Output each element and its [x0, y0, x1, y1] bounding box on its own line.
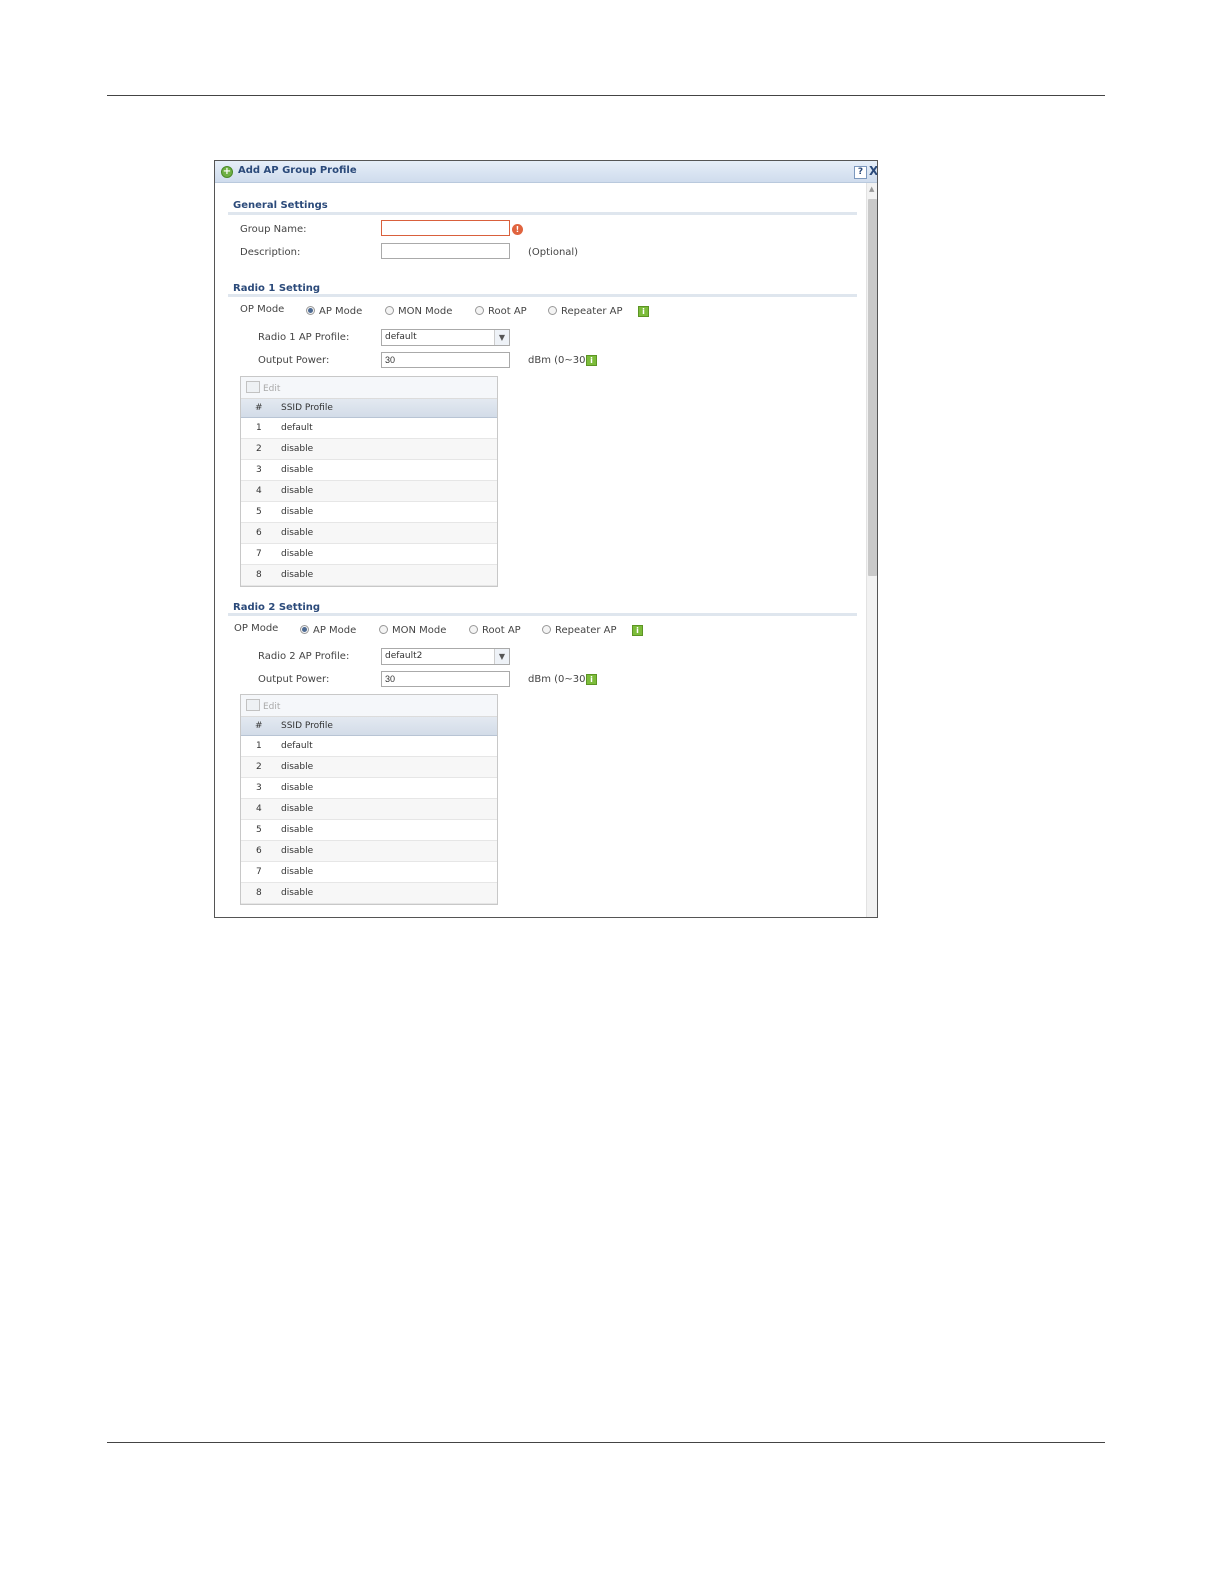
group-name-label: Group Name:: [240, 224, 307, 235]
help-button[interactable]: ?: [854, 166, 867, 179]
scroll-up-arrow-icon[interactable]: ▲: [869, 185, 874, 193]
radio2-output-power-label: Output Power:: [258, 674, 330, 685]
table-row[interactable]: 3 disable: [241, 460, 497, 481]
column-header-number[interactable]: #: [255, 721, 263, 731]
table-row[interactable]: 5 disable: [241, 502, 497, 523]
table-row[interactable]: 4 disable: [241, 481, 497, 502]
table-toolbar: Edit: [241, 377, 497, 399]
description-label: Description:: [240, 247, 301, 258]
radio2-ap-profile-label: Radio 2 AP Profile:: [258, 651, 350, 662]
radio-button-selected[interactable]: [300, 625, 309, 634]
radio1-ssid-table: Edit # SSID Profile 1 default 2 disable 3d…: [240, 376, 498, 587]
table-row[interactable]: 7 disable: [241, 544, 497, 565]
table-row[interactable]: 7 disable: [241, 862, 497, 883]
add-ap-group-profile-dialog: + Add AP Group Profile ? X ▲ General Set…: [214, 160, 878, 918]
optional-label: (Optional): [528, 247, 579, 258]
table-row[interactable]: 4 disable: [241, 799, 497, 820]
chevron-down-icon[interactable]: ▼: [494, 330, 509, 345]
dialog-title: Add AP Group Profile: [238, 165, 357, 176]
page-bottom-rule: [107, 1442, 1105, 1443]
edit-button[interactable]: Edit: [246, 699, 280, 712]
radio2-ssid-table: Edit # SSID Profile 1 default 2 disable 3d…: [240, 694, 498, 905]
table-header: # SSID Profile: [241, 399, 497, 418]
edit-icon: [246, 699, 260, 711]
radio1-ap-mode-option[interactable]: AP Mode: [306, 306, 362, 317]
section-divider: [228, 294, 857, 297]
edit-button[interactable]: Edit: [246, 381, 280, 394]
table-header: # SSID Profile: [241, 717, 497, 736]
radio1-op-mode-label: OP Mode: [240, 304, 285, 315]
op-mode-info-icon[interactable]: i: [638, 306, 649, 317]
radio2-ap-mode-option[interactable]: AP Mode: [300, 625, 356, 636]
radio2-root-ap-option[interactable]: Root AP: [469, 625, 521, 636]
description-input[interactable]: [381, 243, 510, 259]
table-row[interactable]: 2 disable: [241, 757, 497, 778]
radio-button[interactable]: [469, 625, 478, 634]
radio-button-selected[interactable]: [306, 306, 315, 315]
radio1-output-power-input[interactable]: [381, 352, 510, 368]
table-row[interactable]: 8 disable: [241, 883, 497, 904]
table-row[interactable]: 1 default: [241, 418, 497, 439]
radio-button[interactable]: [385, 306, 394, 315]
table-row[interactable]: 6 disable: [241, 841, 497, 862]
radio-button[interactable]: [379, 625, 388, 634]
page-top-rule: [107, 95, 1105, 96]
radio-button[interactable]: [475, 306, 484, 315]
radio-button[interactable]: [548, 306, 557, 315]
radio2-setting-title: Radio 2 Setting: [233, 602, 321, 613]
table-row[interactable]: 3 disable: [241, 778, 497, 799]
column-header-ssid-profile[interactable]: SSID Profile: [281, 721, 333, 731]
radio1-output-power-unit: dBm (0~30): [528, 355, 590, 366]
edit-icon: [246, 381, 260, 393]
radio1-mon-mode-option[interactable]: MON Mode: [385, 306, 452, 317]
select-value: default: [385, 332, 417, 342]
radio2-output-power-input[interactable]: [381, 671, 510, 687]
radio2-repeater-ap-option[interactable]: Repeater AP: [542, 625, 617, 636]
radio1-output-power-label: Output Power:: [258, 355, 330, 366]
radio1-repeater-ap-option[interactable]: Repeater AP: [548, 306, 623, 317]
table-row[interactable]: 6 disable: [241, 523, 497, 544]
section-divider: [228, 212, 857, 215]
table-row[interactable]: 2 disable: [241, 439, 497, 460]
dialog-titlebar: + Add AP Group Profile ? X: [215, 161, 877, 183]
output-power-info-icon[interactable]: i: [586, 355, 597, 366]
output-power-info-icon[interactable]: i: [586, 674, 597, 685]
radio2-output-power-unit: dBm (0~30): [528, 674, 590, 685]
section-divider: [228, 613, 857, 616]
table-toolbar: Edit: [241, 695, 497, 717]
radio2-op-mode-label: OP Mode: [234, 623, 279, 634]
radio1-ap-profile-select[interactable]: default ▼: [381, 329, 510, 346]
table-body: 1 default 2 disable 3 disable 4 disable 5 dis…: [241, 736, 497, 904]
close-button[interactable]: X: [869, 164, 877, 178]
chevron-down-icon[interactable]: ▼: [494, 649, 509, 664]
scrollbar-thumb[interactable]: [868, 199, 877, 576]
radio1-root-ap-option[interactable]: Root AP: [475, 306, 527, 317]
group-name-input[interactable]: [381, 220, 510, 236]
required-alert-icon: !: [512, 224, 523, 235]
radio2-mon-mode-option[interactable]: MON Mode: [379, 625, 446, 636]
vertical-scrollbar[interactable]: ▲: [866, 183, 877, 917]
table-body: 1 default 2 disable 3 disable 4 disable 5 dis…: [241, 418, 497, 586]
table-row[interactable]: 5 disable: [241, 820, 497, 841]
column-header-number[interactable]: #: [255, 403, 263, 413]
general-settings-title: General Settings: [233, 200, 328, 211]
radio1-ap-profile-label: Radio 1 AP Profile:: [258, 332, 350, 343]
column-header-ssid-profile[interactable]: SSID Profile: [281, 403, 333, 413]
radio-button[interactable]: [542, 625, 551, 634]
add-icon: +: [221, 166, 233, 178]
op-mode-info-icon[interactable]: i: [632, 625, 643, 636]
select-value: default2: [385, 651, 423, 661]
radio1-setting-title: Radio 1 Setting: [233, 283, 321, 294]
table-row[interactable]: 8 disable: [241, 565, 497, 586]
radio2-ap-profile-select[interactable]: default2 ▼: [381, 648, 510, 665]
table-row[interactable]: 1 default: [241, 736, 497, 757]
